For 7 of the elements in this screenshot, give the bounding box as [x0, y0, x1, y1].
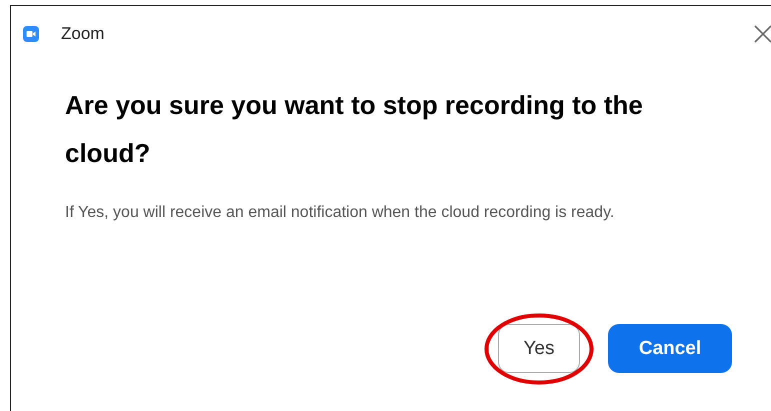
window-title: Zoom	[61, 24, 104, 44]
cancel-button[interactable]: Cancel	[608, 324, 732, 373]
dialog-message: If Yes, you will receive an email notification when the cloud recording is ready.	[65, 203, 616, 223]
video-camera-icon	[23, 26, 39, 42]
dialog-heading: Are you sure you want to stop recording to the cloud?	[65, 89, 644, 170]
close-icon[interactable]	[754, 25, 771, 43]
confirm-button[interactable]: Yes	[498, 324, 580, 373]
